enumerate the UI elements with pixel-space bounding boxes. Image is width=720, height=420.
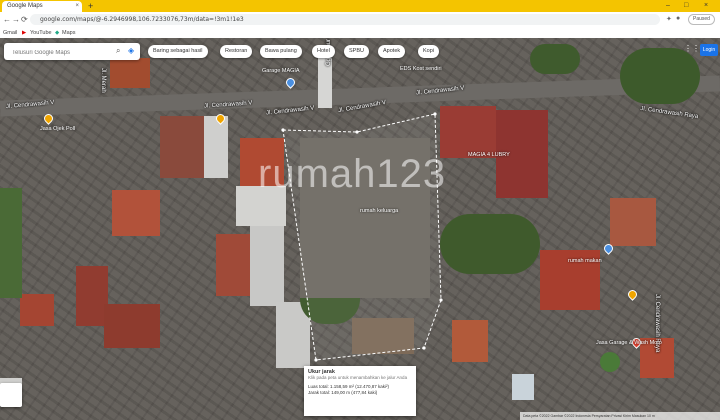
poi-label[interactable]: MAGIA 4 LUBRY bbox=[468, 152, 510, 158]
watermark: rumah123 bbox=[258, 152, 447, 196]
forward-icon[interactable]: → bbox=[12, 15, 20, 24]
search-input[interactable] bbox=[10, 46, 114, 59]
chip-takeout[interactable]: Bawa pulang bbox=[260, 45, 302, 58]
poi-label[interactable]: EDS Kost sendiri bbox=[400, 66, 442, 72]
chip-pharmacy[interactable]: Apotek bbox=[378, 45, 406, 58]
profile-avatar-icon[interactable]: ● bbox=[676, 15, 680, 22]
poi-label[interactable]: rumah makan bbox=[568, 258, 602, 264]
login-button[interactable]: Login bbox=[700, 44, 718, 56]
bookmark-gmail[interactable]: Gmail bbox=[3, 28, 17, 38]
maximize-icon[interactable]: □ bbox=[684, 0, 688, 12]
poi-label[interactable]: Garage MAGIA bbox=[262, 68, 300, 74]
chip-coffee[interactable]: Kopi bbox=[418, 45, 440, 58]
reload-icon[interactable]: ⟳ bbox=[21, 15, 28, 24]
extensions-icon[interactable]: ✦ bbox=[666, 15, 672, 23]
road-label: Jl. Merah bbox=[100, 68, 106, 93]
map-footer: Data peta ©2022 Gambar ©2022 Indonesia P… bbox=[520, 412, 720, 420]
url-field[interactable]: google.com/maps/@-6.2946998,106.7233076,… bbox=[30, 14, 660, 25]
directions-icon[interactable]: ◈ bbox=[128, 46, 134, 55]
poi-label[interactable]: Jasa Garage & Wash Moto bbox=[596, 340, 662, 346]
tab-google-maps[interactable]: Google Maps × bbox=[2, 1, 82, 12]
minimize-icon[interactable]: – bbox=[666, 0, 670, 12]
search-icon[interactable]: ⌕ bbox=[116, 46, 120, 56]
layers-thumbnail[interactable] bbox=[0, 383, 22, 407]
satellite-map[interactable]: Jl. Cendrawasih V Jl. Cendrawasih V Jl. … bbox=[0, 38, 720, 420]
bookmark-maps[interactable]: Maps bbox=[62, 28, 75, 38]
chip-gas[interactable]: SPBU bbox=[344, 45, 369, 58]
bookmarks-bar: Gmail ▶ YouTube ◆ Maps bbox=[0, 28, 720, 38]
chip-restaurants[interactable]: Restoran bbox=[220, 45, 253, 58]
chip-saved[interactable]: Baring sebagai hasil bbox=[148, 45, 208, 58]
measure-distance: Jarak total: 149,00 m (477,84 kaki) bbox=[308, 390, 378, 395]
youtube-icon: ▶ bbox=[22, 30, 27, 36]
poi-label[interactable]: rumah keluarga bbox=[360, 208, 398, 214]
tab-title: Google Maps bbox=[7, 3, 43, 9]
tab-close-icon[interactable]: × bbox=[75, 1, 79, 12]
chip-hotels[interactable]: Hotel bbox=[312, 45, 335, 58]
paused-badge[interactable]: Paused bbox=[688, 14, 715, 25]
back-icon[interactable]: ← bbox=[3, 15, 11, 24]
measure-polygon[interactable] bbox=[0, 38, 720, 420]
maps-icon: ◆ bbox=[55, 30, 60, 36]
measure-distance-card: Ukur jarak Klik pada peta untuk menambah… bbox=[304, 366, 416, 416]
poi-label[interactable]: Jasa Ojek Poll bbox=[40, 126, 75, 132]
new-tab-button[interactable]: + bbox=[88, 0, 93, 12]
bookmark-youtube[interactable]: YouTube bbox=[30, 28, 52, 38]
map-search-box: ⌕ ◈ bbox=[4, 43, 140, 60]
address-bar-row: ← → ⟳ google.com/maps/@-6.2946998,106.72… bbox=[0, 12, 720, 29]
measure-subtitle: Klik pada peta untuk menambahkan ke jalu… bbox=[308, 375, 408, 380]
tab-bar: Google Maps × + – □ × bbox=[0, 0, 720, 12]
apps-grid-icon[interactable]: ⋮⋮ bbox=[684, 44, 700, 53]
close-window-icon[interactable]: × bbox=[704, 0, 708, 12]
